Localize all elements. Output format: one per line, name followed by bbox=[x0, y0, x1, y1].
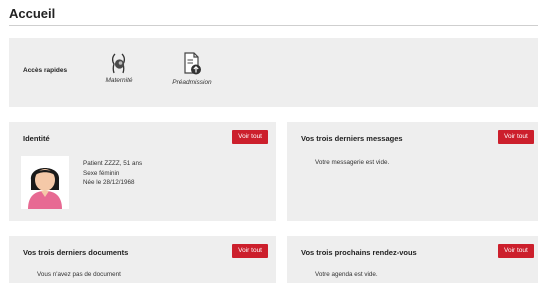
quick-access-preadmission[interactable]: Préadmission bbox=[164, 52, 220, 86]
avatar bbox=[21, 156, 69, 209]
quick-access-maternite[interactable]: Maternité bbox=[99, 52, 139, 84]
quick-access-label: Accès rapides bbox=[23, 67, 68, 74]
appointments-title: Vos trois prochains rendez-vous bbox=[301, 248, 417, 257]
patient-sex: Sexe féminin bbox=[83, 169, 120, 177]
title-divider bbox=[9, 25, 538, 26]
documents-card: Vos trois derniers documents Voir tout V… bbox=[9, 236, 276, 283]
female-avatar-icon bbox=[28, 168, 62, 209]
identity-title: Identité bbox=[23, 134, 50, 143]
quick-access-label-preadmission: Préadmission bbox=[172, 79, 212, 86]
appointments-card: Vos trois prochains rendez-vous Voir tou… bbox=[287, 236, 538, 283]
messages-card: Vos trois derniers messages Voir tout Vo… bbox=[287, 122, 538, 221]
appointments-empty-text: Votre agenda est vide. bbox=[315, 271, 378, 278]
documents-empty-text: Vous n'avez pas de document bbox=[37, 271, 121, 278]
messages-title: Vos trois derniers messages bbox=[301, 134, 403, 143]
patient-birthdate: Née le 28/12/1968 bbox=[83, 179, 135, 186]
pregnancy-icon bbox=[111, 53, 126, 74]
patient-name-age: Patient ZZZZ, 51 ans bbox=[83, 160, 143, 167]
documents-title: Vos trois derniers documents bbox=[23, 248, 129, 257]
identity-view-all-button[interactable]: Voir tout bbox=[232, 130, 268, 144]
messages-view-all-button[interactable]: Voir tout bbox=[498, 130, 534, 144]
document-upload-icon bbox=[184, 52, 201, 75]
quick-access-panel: Accès rapides Maternité Préadmission bbox=[9, 38, 538, 107]
messages-empty-text: Votre messagerie est vide. bbox=[315, 159, 390, 166]
identity-card: Identité Voir tout Patient ZZZZ, 51 ans … bbox=[9, 122, 276, 221]
page-title: Accueil bbox=[9, 6, 56, 21]
quick-access-label-maternite: Maternité bbox=[105, 77, 133, 84]
appointments-view-all-button[interactable]: Voir tout bbox=[498, 244, 534, 258]
documents-view-all-button[interactable]: Voir tout bbox=[232, 244, 268, 258]
